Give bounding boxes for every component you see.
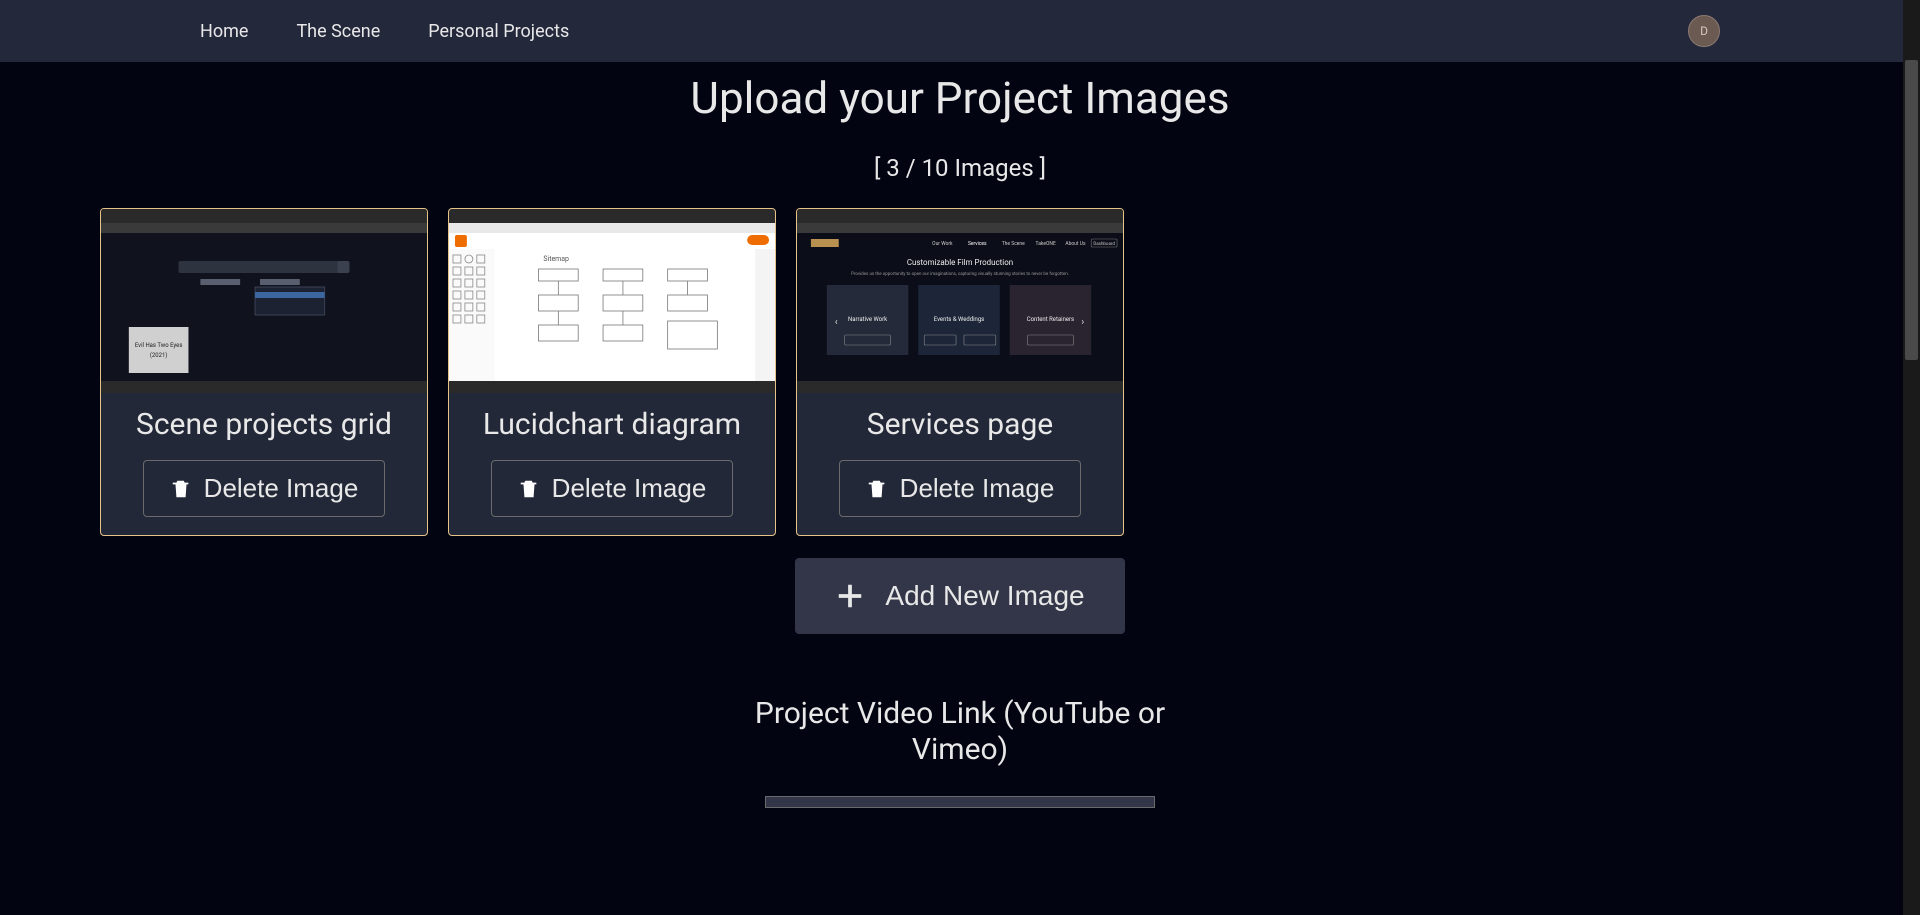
plus-icon: [835, 581, 865, 611]
svg-text:(2021): (2021): [150, 352, 167, 359]
add-new-image-button[interactable]: Add New Image: [795, 558, 1124, 634]
svg-text:Provides us the opportunity to: Provides us the opportunity to open our …: [851, 270, 1069, 277]
scrollbar-track[interactable]: [1903, 0, 1920, 915]
delete-image-button[interactable]: Delete Image: [143, 460, 386, 517]
nav-links: Home The Scene Personal Projects: [200, 21, 569, 42]
trash-icon: [866, 477, 888, 501]
svg-text:‹: ‹: [835, 317, 838, 328]
svg-text:›: ›: [1081, 317, 1084, 328]
delete-image-button[interactable]: Delete Image: [491, 460, 734, 517]
image-card: Our Work Services The Scene TakeONE About U…: [796, 208, 1124, 536]
image-card-title: Scene projects grid: [136, 407, 392, 442]
page-title: Upload your Project Images: [0, 72, 1920, 124]
svg-text:Evil Has Two Eyes: Evil Has Two Eyes: [135, 342, 183, 349]
trash-icon: [170, 477, 192, 501]
image-cards-grid: Evil Has Two Eyes (2021) Scene projects …: [100, 208, 1920, 536]
image-counter: [ 3 / 10 Images ]: [0, 154, 1920, 182]
image-card-title: Lucidchart diagram: [483, 407, 741, 442]
image-card: Evil Has Two Eyes (2021) Scene projects …: [100, 208, 428, 536]
svg-text:Our Work: Our Work: [932, 241, 953, 247]
svg-text:Content Retainers: Content Retainers: [1027, 316, 1074, 323]
add-new-image-label: Add New Image: [885, 580, 1084, 612]
svg-text:Sitemap: Sitemap: [543, 255, 569, 263]
svg-text:Services: Services: [968, 241, 987, 247]
delete-image-button[interactable]: Delete Image: [839, 460, 1082, 517]
video-link-input[interactable]: [765, 796, 1155, 808]
svg-text:About Us: About Us: [1065, 241, 1086, 247]
svg-text:Dashboard: Dashboard: [1093, 241, 1115, 247]
trash-icon: [518, 477, 540, 501]
delete-image-label: Delete Image: [552, 473, 707, 504]
image-thumbnail: Evil Has Two Eyes (2021): [101, 209, 427, 393]
nav-link-the-scene[interactable]: The Scene: [296, 21, 380, 42]
nav-link-personal-projects[interactable]: Personal Projects: [428, 21, 569, 42]
svg-text:Customizable Film Production: Customizable Film Production: [907, 258, 1013, 267]
image-card: Sitemap: [448, 208, 776, 536]
svg-text:Narrative Work: Narrative Work: [848, 316, 888, 323]
nav-link-home[interactable]: Home: [200, 21, 248, 42]
top-navbar: Home The Scene Personal Projects D: [0, 0, 1920, 62]
svg-text:Events & Weddings: Events & Weddings: [934, 316, 984, 323]
video-link-label: Project Video Link (YouTube or Vimeo): [0, 696, 1920, 768]
scrollbar-thumb[interactable]: [1905, 60, 1918, 360]
delete-image-label: Delete Image: [204, 473, 359, 504]
avatar[interactable]: D: [1688, 15, 1720, 47]
image-thumbnail: Our Work Services The Scene TakeONE About U…: [797, 209, 1123, 393]
delete-image-label: Delete Image: [900, 473, 1055, 504]
image-thumbnail: Sitemap: [449, 209, 775, 393]
image-card-title: Services page: [867, 407, 1053, 442]
svg-text:TakeONE: TakeONE: [1036, 241, 1056, 247]
svg-text:The Scene: The Scene: [1002, 241, 1025, 247]
